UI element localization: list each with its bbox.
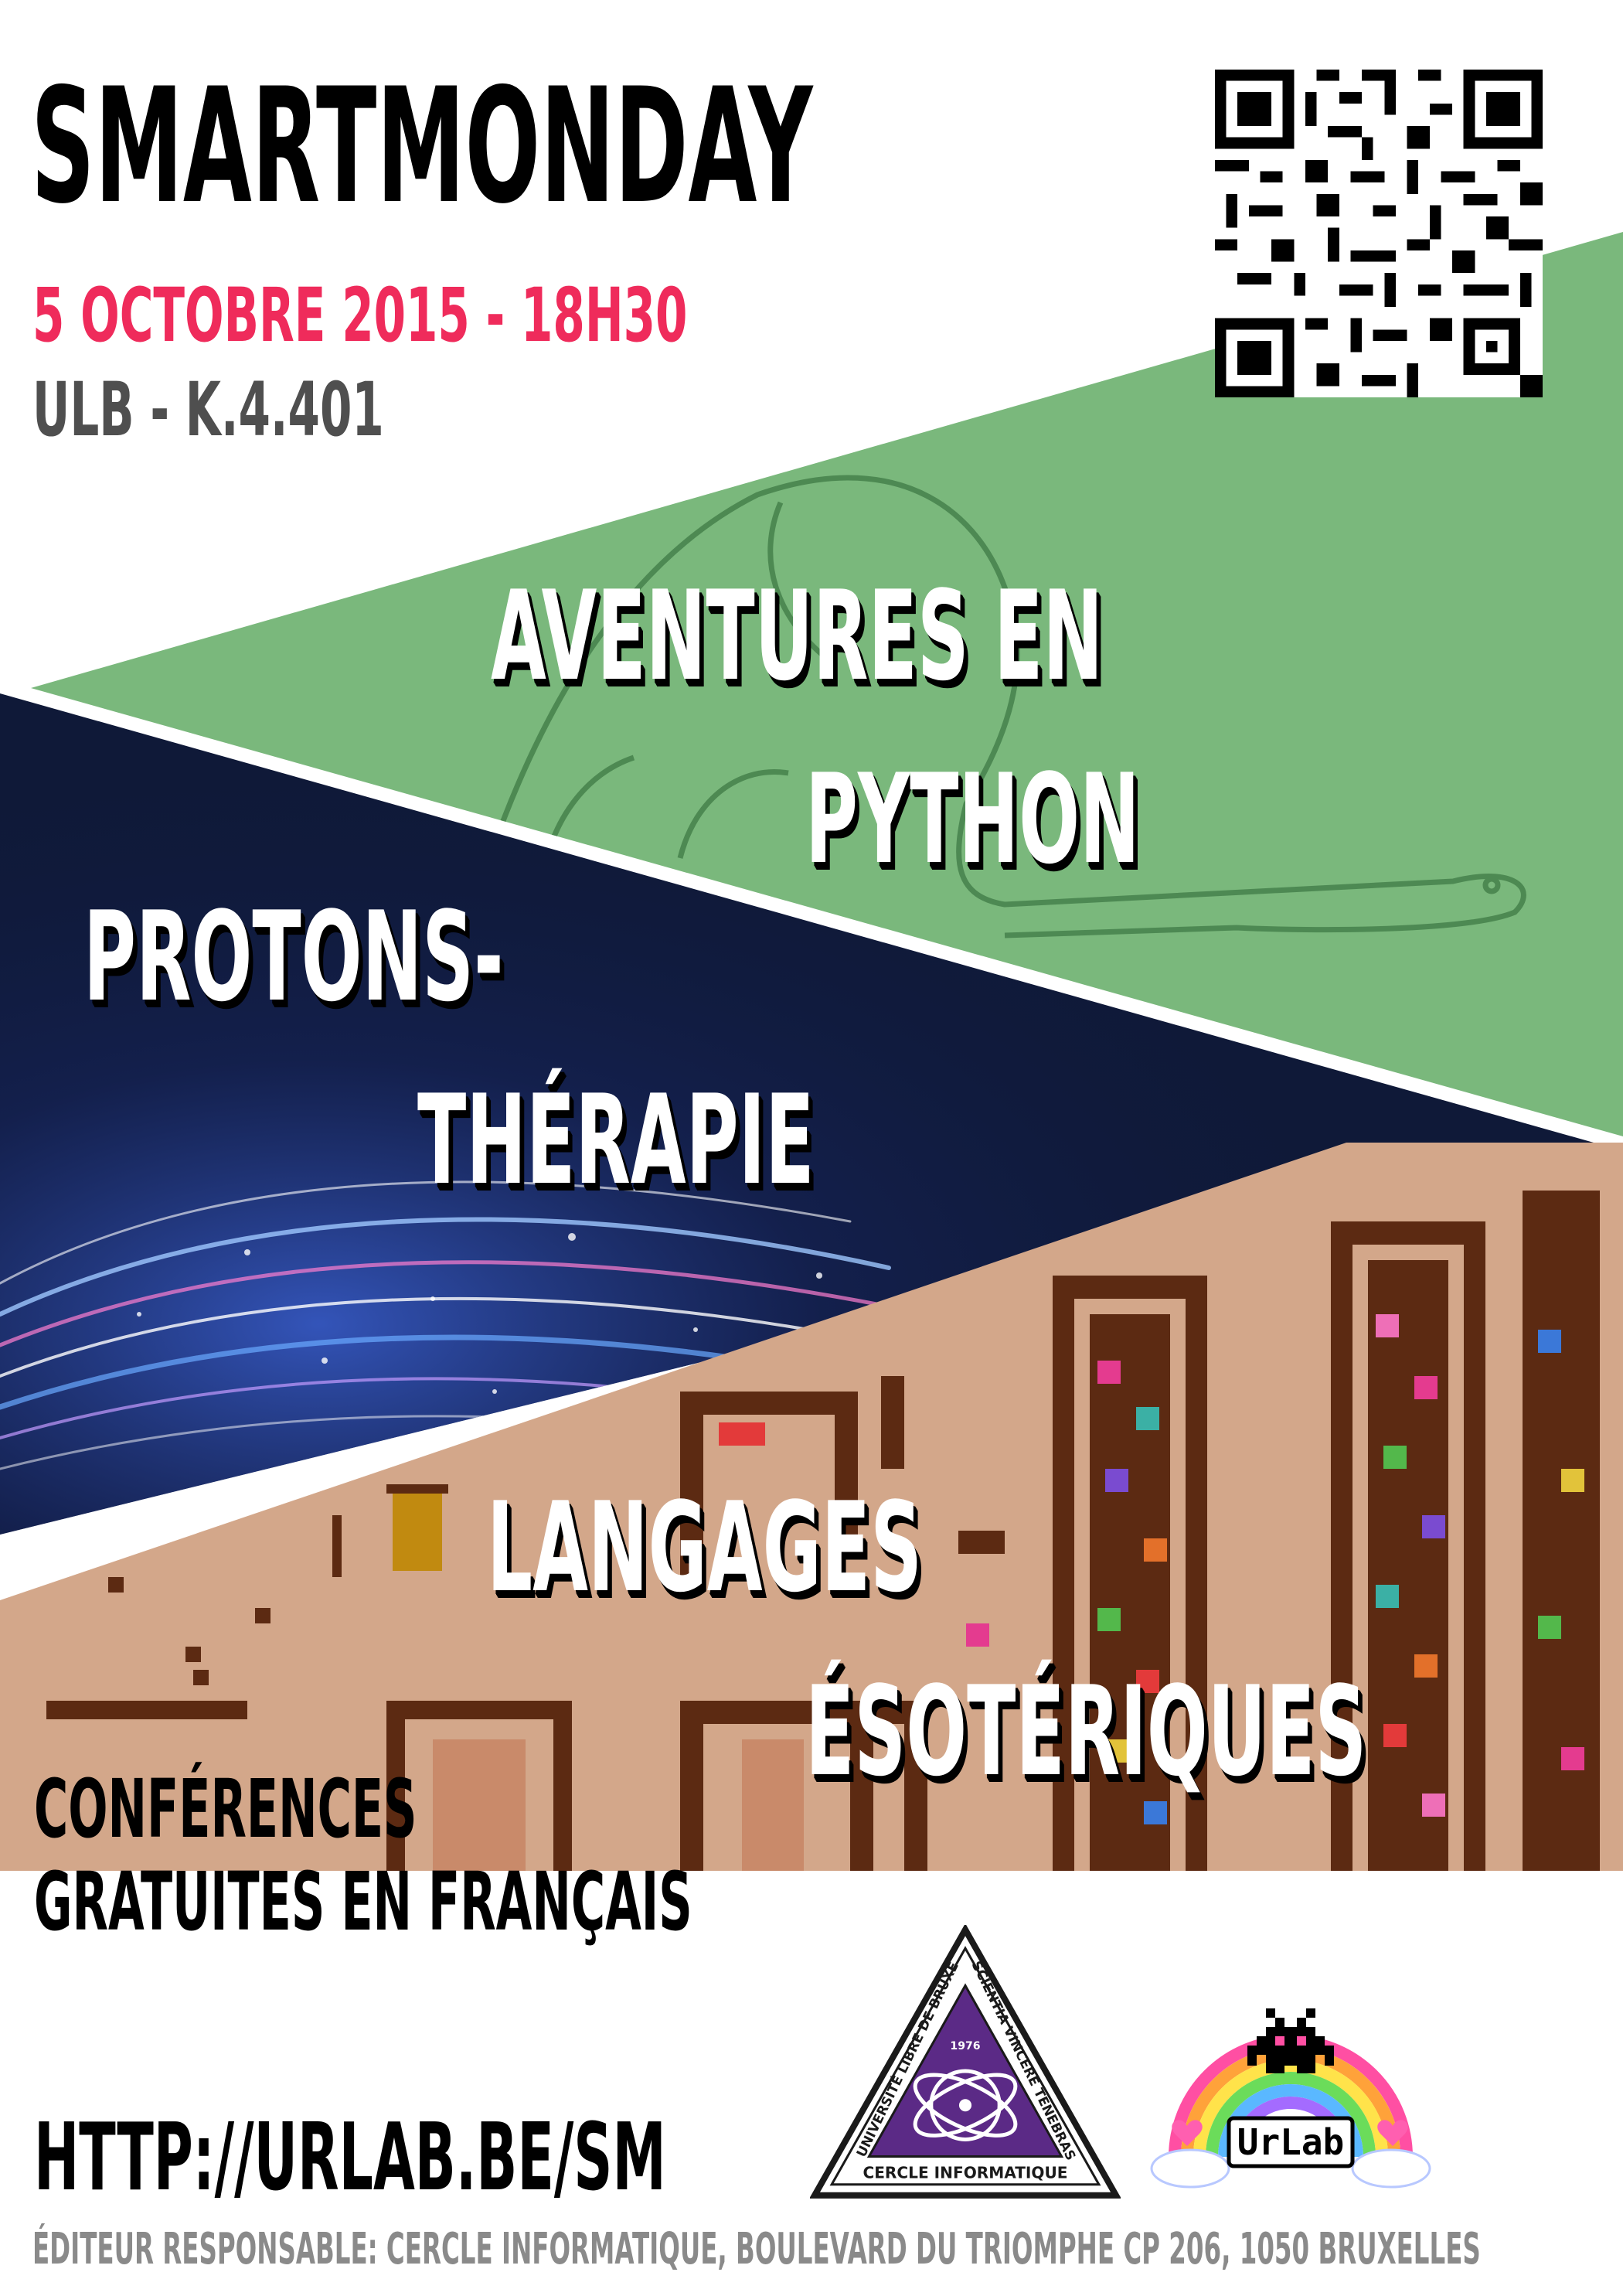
- talk-esoteric-line2: ÉSOTÉRIQUES: [805, 1659, 1367, 1804]
- talk-python-line2: PYTHON: [805, 747, 1140, 891]
- urlab-logo-icon: UrLab: [1150, 2008, 1431, 2189]
- talk-protontherapy-line2: THÉRAPIE: [417, 1068, 815, 1212]
- urlab-text: UrLab: [1237, 2121, 1344, 2163]
- event-title: SMARTMONDAY: [31, 55, 813, 239]
- event-datetime: 5 OCTOBRE 2015 - 18H30: [32, 272, 688, 359]
- conferences-line2: GRATUITES EN FRANÇAIS: [34, 1855, 692, 1949]
- editor-responsible: ÉDITEUR RESPONSABLE: CERCLE INFORMATIQUE…: [32, 2224, 1481, 2274]
- talk-python-line1: AVENTURES EN: [491, 564, 1104, 708]
- talk-protontherapy-line1: PROTONS-: [83, 884, 504, 1029]
- talk-esoteric-line1: LANGAGES: [487, 1475, 923, 1620]
- cercle-informatique-logo-icon: 1976 UNIVERSITÉ LIBRE DE BRUXELLES SCIEN…: [810, 1925, 1121, 2199]
- poster: SMARTMONDAY 5 OCTOBRE 2015 - 18H30 ULB -…: [0, 0, 1623, 2296]
- ci-year: 1976: [950, 2040, 980, 2052]
- qr-code-icon[interactable]: [1215, 70, 1543, 397]
- event-url-link[interactable]: HTTP://URLAB.BE/SM: [34, 2112, 666, 2205]
- ci-bottom-text: CERCLE INFORMATIQUE: [863, 2164, 1067, 2182]
- event-location: ULB - K.4.401: [32, 366, 384, 453]
- conferences-line1: CONFÉRENCES: [34, 1762, 417, 1856]
